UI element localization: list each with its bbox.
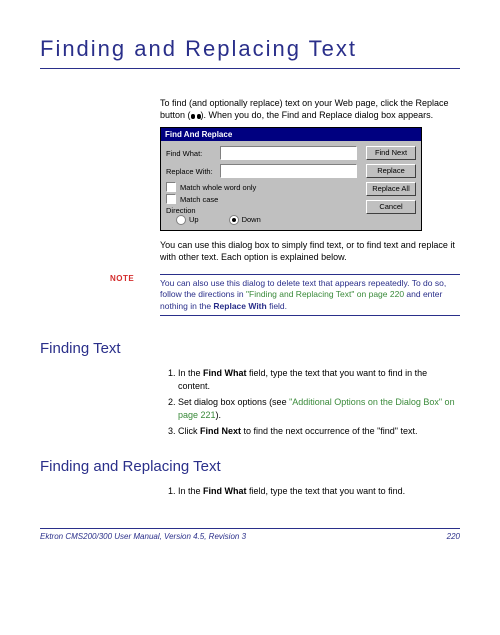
- dialog-titlebar: Find And Replace: [161, 128, 421, 141]
- replace-with-label: Replace With:: [166, 167, 220, 176]
- note-link[interactable]: "Finding and Replacing Text" on page 220: [246, 289, 404, 299]
- match-case-label: Match case: [180, 195, 218, 204]
- finding-steps: In the Find What field, type the text th…: [160, 367, 460, 438]
- note-block: NOTE You can also use this dialog to del…: [160, 274, 460, 316]
- intro-line1: To find (and optionally replace) text on…: [160, 98, 398, 108]
- page-number: 220: [447, 532, 460, 541]
- replace-all-button[interactable]: Replace All: [366, 182, 416, 196]
- dialog-screenshot: Find And Replace Find What: Replace With…: [160, 127, 460, 231]
- radio-down[interactable]: [229, 215, 239, 225]
- intro-para: To find (and optionally replace) text on…: [160, 97, 460, 121]
- heading-finding-replacing: Finding and Replacing Text: [40, 458, 460, 475]
- intro-block: To find (and optionally replace) text on…: [160, 97, 460, 264]
- page-footer: Ektron CMS200/300 User Manual, Version 4…: [40, 528, 460, 541]
- down-label: Down: [242, 215, 261, 224]
- finding-text-body: In the Find What field, type the text th…: [160, 367, 460, 438]
- find-what-input[interactable]: [220, 146, 357, 160]
- after-dialog-para: You can use this dialog box to simply fi…: [160, 239, 460, 263]
- title-rule: [40, 68, 460, 69]
- replace-button[interactable]: Replace: [366, 164, 416, 178]
- radio-up[interactable]: [176, 215, 186, 225]
- match-whole-word-label: Match whole word only: [180, 183, 256, 192]
- radio-up-wrap[interactable]: Up: [176, 215, 199, 225]
- dialog-body: Find What: Replace With: Match whole wor…: [161, 141, 421, 230]
- list-item: In the Find What field, type the text th…: [178, 367, 460, 392]
- note-text: You can also use this dialog to delete t…: [160, 278, 460, 312]
- note-post: field.: [267, 301, 287, 311]
- replacing-steps: In the Find What field, type the text th…: [160, 485, 460, 498]
- list-item: Click Find Next to find the next occurre…: [178, 425, 460, 438]
- list-item: Set dialog box options (see "Additional …: [178, 396, 460, 421]
- find-replace-dialog: Find And Replace Find What: Replace With…: [160, 127, 422, 231]
- page: Finding and Replacing Text To find (and …: [0, 0, 500, 561]
- heading-finding-text: Finding Text: [40, 340, 460, 357]
- direction-label: Direction: [166, 206, 361, 215]
- note-rule-bottom: [160, 315, 460, 316]
- cancel-button[interactable]: Cancel: [366, 200, 416, 214]
- radio-down-wrap[interactable]: Down: [229, 215, 261, 225]
- replacing-body: In the Find What field, type the text th…: [160, 485, 460, 498]
- find-next-button[interactable]: Find Next: [366, 146, 416, 160]
- footer-text: Ektron CMS200/300 User Manual, Version 4…: [40, 532, 246, 541]
- note-rule-top: [160, 274, 460, 275]
- page-title: Finding and Replacing Text: [40, 36, 460, 62]
- replace-with-input[interactable]: [220, 164, 357, 178]
- up-label: Up: [189, 215, 199, 224]
- list-item: In the Find What field, type the text th…: [178, 485, 460, 498]
- note-bold: Replace With: [213, 301, 266, 311]
- binoculars-icon: [191, 112, 201, 120]
- match-case-checkbox[interactable]: [166, 194, 176, 204]
- match-whole-word-checkbox[interactable]: [166, 182, 176, 192]
- intro-line2-post: ). When you do, the Find and Replace dia…: [201, 110, 434, 120]
- find-what-label: Find What:: [166, 149, 220, 158]
- note-label: NOTE: [110, 274, 134, 283]
